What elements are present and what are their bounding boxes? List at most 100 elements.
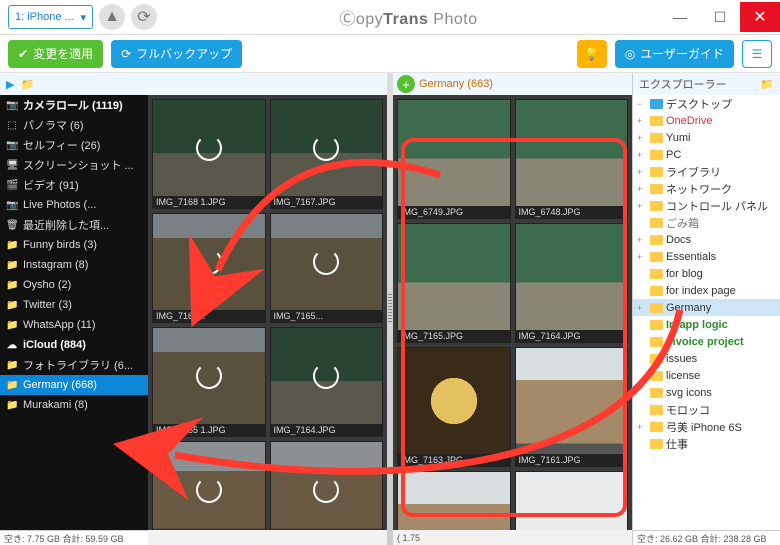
explorer-item[interactable]: +Yumi <box>633 129 780 146</box>
eject-icon[interactable]: ▲ <box>99 4 125 30</box>
thumbnail-image <box>516 348 628 454</box>
tree-twisty-icon[interactable]: + <box>637 201 647 211</box>
album-item[interactable]: ☁iCloud (884) <box>0 335 148 355</box>
album-item[interactable]: 📷カメラロール (1119) <box>0 95 148 115</box>
explorer-item[interactable]: issues <box>633 350 780 367</box>
album-item[interactable]: 📁Murakami (8) <box>0 395 148 415</box>
thumbnail[interactable]: IMG_7164.JPG <box>270 327 384 437</box>
album-item[interactable]: 📁Germany (668) <box>0 375 148 395</box>
explorer-item[interactable]: +ネットワーク <box>633 180 780 197</box>
close-button[interactable]: ✕ <box>740 2 780 32</box>
folder-icon <box>650 218 663 228</box>
pc-grid-body[interactable]: IMG_6749.JPGIMG_6748.JPGIMG_7165.JPGIMG_… <box>393 95 632 530</box>
folder-icon[interactable]: 📁 <box>760 78 774 91</box>
thumbnail[interactable]: IMG_7168 1.JPG <box>152 99 266 209</box>
thumbnail[interactable]: IMG_7163.JPG <box>270 441 384 530</box>
explorer-item[interactable]: +弓美 iPhone 6S <box>633 418 780 435</box>
explorer-item[interactable]: 仕事 <box>633 435 780 452</box>
album-item[interactable]: 📷セルフィー (26) <box>0 135 148 155</box>
explorer-item[interactable]: +Germany <box>633 299 780 316</box>
album-item[interactable]: 📁Instagram (8) <box>0 255 148 275</box>
album-item[interactable]: 📁WhatsApp (11) <box>0 315 148 335</box>
thumbnail[interactable]: IMG_7161.JPG <box>515 347 629 467</box>
sync-overlay-icon <box>271 214 383 310</box>
explorer-item[interactable]: モロッコ <box>633 401 780 418</box>
album-icon: 📁 <box>6 240 18 251</box>
explorer-item[interactable]: +Essentials <box>633 248 780 265</box>
device-grid-footer <box>148 530 387 545</box>
explorer-item[interactable]: +コントロール パネル <box>633 197 780 214</box>
tree-twisty-icon[interactable]: + <box>637 167 647 177</box>
album-item[interactable]: 📁Oysho (2) <box>0 275 148 295</box>
thumbnail[interactable]: IMG_7166... <box>152 213 266 323</box>
explorer-item[interactable]: license <box>633 367 780 384</box>
album-item[interactable]: 📁フォトライブラリ (6... <box>0 355 148 375</box>
minimize-button[interactable]: — <box>660 2 700 32</box>
album-item[interactable]: 🖥スクリーンショット ... <box>0 155 148 175</box>
user-guide-button[interactable]: ◎ ユーザーガイド <box>615 40 734 68</box>
thumbnail[interactable]: IMG_7160.JPG <box>397 471 511 530</box>
explorer-item[interactable]: for index page <box>633 282 780 299</box>
folder-icon <box>650 320 663 330</box>
folder-icon <box>650 354 663 364</box>
thumbnail[interactable]: IMG_7165 1.JPG <box>152 327 266 437</box>
full-backup-button[interactable]: ⟳ フルバックアップ <box>111 40 242 68</box>
check-icon: ✔ <box>18 47 28 61</box>
thumbnail[interactable]: IMG_7164 1.JPG <box>152 441 266 530</box>
album-item[interactable]: ⬚パノラマ (6) <box>0 115 148 135</box>
album-item[interactable]: 🗑最近削除した項... <box>0 215 148 235</box>
explorer-item[interactable]: Invoice project <box>633 333 780 350</box>
thumbnail[interactable]: IMG_7163.JPG <box>397 347 511 467</box>
sync-overlay-icon <box>153 328 265 424</box>
album-item[interactable]: 📷Live Photos (... <box>0 195 148 215</box>
album-item[interactable]: 📁Twitter (3) <box>0 295 148 315</box>
folder-icon <box>650 405 663 415</box>
thumbnail[interactable]: IMG_7167.JPG <box>270 99 384 209</box>
album-item[interactable]: 📁Funny birds (3) <box>0 235 148 255</box>
album-item[interactable]: 🎬ビデオ (91) <box>0 175 148 195</box>
tree-twisty-icon[interactable]: + <box>637 133 647 143</box>
maximize-button[interactable]: ☐ <box>700 2 740 32</box>
explorer-header: エクスプローラー 📁 <box>633 73 780 95</box>
tree-twisty-icon[interactable]: + <box>637 150 647 160</box>
explorer-item[interactable]: +ライブラリ <box>633 163 780 180</box>
thumbnail[interactable]: IMG_6748.JPG <box>515 99 629 219</box>
explorer-item[interactable]: for blog <box>633 265 780 282</box>
tree-twisty-icon[interactable]: + <box>637 235 647 245</box>
tree-twisty-icon[interactable]: + <box>637 422 647 432</box>
thumbnail-caption: IMG_7164.JPG <box>516 330 628 342</box>
apply-changes-button[interactable]: ✔ 変更を適用 <box>8 40 103 68</box>
tree-twisty-icon[interactable]: + <box>637 116 647 126</box>
thumbnail[interactable]: IMG_7159.JPG <box>515 471 629 530</box>
thumbnail[interactable]: IMG_7164.JPG <box>515 223 629 343</box>
explorer-item-label: In-app logic <box>666 319 728 331</box>
menu-button[interactable]: ☰ <box>742 40 772 68</box>
play-icon[interactable]: ▶ <box>6 78 14 91</box>
explorer-item[interactable]: svg icons <box>633 384 780 401</box>
folder-icon <box>650 252 663 262</box>
device-grid-body[interactable]: IMG_7168 1.JPGIMG_7167.JPGIMG_7166...IMG… <box>148 95 387 530</box>
hamburger-icon: ☰ <box>752 47 763 61</box>
tree-twisty-icon[interactable]: + <box>637 303 647 313</box>
folder-icon <box>650 269 663 279</box>
tree-twisty-icon[interactable]: + <box>637 184 647 194</box>
thumbnail-image <box>271 100 383 196</box>
explorer-item[interactable]: In-app logic <box>633 316 780 333</box>
explorer-item[interactable]: +PC <box>633 146 780 163</box>
tips-button[interactable]: 💡 <box>577 40 607 68</box>
explorer-item[interactable]: −デスクトップ <box>633 95 780 112</box>
thumbnail[interactable]: IMG_7165.JPG <box>397 223 511 343</box>
thumbnail[interactable]: IMG_6749.JPG <box>397 99 511 219</box>
folder-icon[interactable]: 📁 <box>20 78 34 91</box>
refresh-icon[interactable]: ⟳ <box>131 4 157 30</box>
tree-twisty-icon[interactable]: + <box>637 252 647 262</box>
tree-twisty-icon[interactable]: − <box>637 99 647 109</box>
device-selector[interactable]: 1: iPhone ... ▾ <box>8 5 93 29</box>
explorer-item[interactable]: +OneDrive <box>633 112 780 129</box>
thumbnail-image <box>516 100 628 206</box>
add-album-button[interactable]: + <box>397 75 415 93</box>
thumbnail[interactable]: IMG_7165... <box>270 213 384 323</box>
explorer-item[interactable]: +Docs <box>633 231 780 248</box>
thumbnail-image <box>398 348 510 454</box>
explorer-item[interactable]: ごみ箱 <box>633 214 780 231</box>
